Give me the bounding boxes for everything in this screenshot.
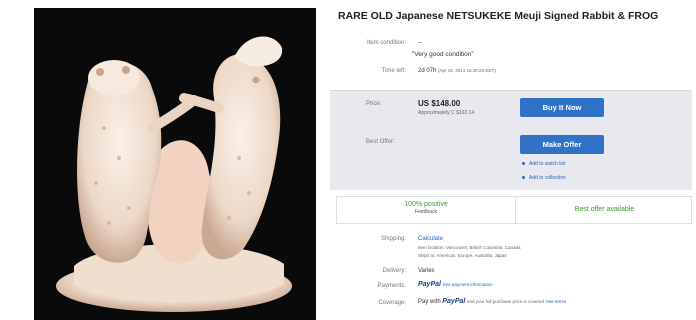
delivery-value: Varies xyxy=(418,268,435,274)
price-approx: Approximately C $163.14 xyxy=(418,110,475,116)
payments-value: PayPal See payment information xyxy=(418,281,493,288)
shipping-calculate-link[interactable]: Calculate xyxy=(418,236,443,242)
condition-label: Item condition: xyxy=(366,40,406,46)
time-left-date: (Apr 18, 2014 15:40:29 EDT) xyxy=(438,68,496,73)
listing-title: RARE OLD Japanese NETSUKEKE Meuji Signed… xyxy=(338,10,659,22)
paypal-logo-icon: PayPal xyxy=(418,281,441,288)
see-terms-link[interactable]: See terms xyxy=(546,299,567,304)
feedback-label: Feedback xyxy=(415,209,437,215)
dot-bullet-icon xyxy=(522,176,525,180)
coverage-tail: and your full purchase price is covered xyxy=(467,299,545,304)
best-offer-available: Best offer available xyxy=(515,197,693,223)
condition-value: -- xyxy=(418,40,422,46)
product-photo[interactable] xyxy=(34,8,316,320)
netsuke-figure-image xyxy=(34,8,316,320)
feedback-positive: 100% positive xyxy=(404,201,448,208)
add-to-watch-list-link[interactable]: Add to watch list xyxy=(522,161,565,167)
delivery-label: Delivery: xyxy=(382,268,406,274)
add-to-collection-label: Add to collection xyxy=(529,175,566,181)
add-to-watch-list-label: Add to watch list xyxy=(529,161,566,167)
time-left-value: 2d 07h (Apr 18, 2014 15:40:29 EDT) xyxy=(418,68,496,74)
coverage-label: Coverage: xyxy=(378,300,406,306)
price-value: US $148.00 xyxy=(418,99,461,108)
time-left-countdown: 2d 07h xyxy=(418,68,437,74)
best-offer-label: Best Offer: xyxy=(366,139,395,145)
paypal-logo-icon: PayPal xyxy=(442,298,466,305)
dot-bullet-icon xyxy=(522,162,525,166)
feedback-box: 100% positive Feedback Best offer availa… xyxy=(336,196,692,224)
see-payment-info-link[interactable]: See payment information xyxy=(443,282,493,287)
condition-note: "Very good condition" xyxy=(412,51,474,58)
listing-info-panel: RARE OLD Japanese NETSUKEKE Meuji Signed… xyxy=(330,0,696,320)
coverage-text: Pay with xyxy=(418,299,441,305)
shipping-label: Shipping: xyxy=(380,236,406,242)
price-label: Price: xyxy=(366,101,382,107)
price-box: Price: US $148.00 Approximately C $163.1… xyxy=(330,90,692,190)
buy-it-now-button[interactable]: Buy It Now xyxy=(520,98,604,117)
time-left-label: Time left: xyxy=(381,68,406,74)
payments-label: Payments: xyxy=(377,283,406,289)
make-offer-button[interactable]: Make Offer xyxy=(520,135,604,154)
seller-feedback: 100% positive Feedback xyxy=(337,197,515,223)
coverage-value: Pay with PayPal and your full purchase p… xyxy=(418,298,566,305)
ships-to: Ships to: Americas, Europe, Australia, J… xyxy=(418,253,507,258)
item-location: Item location: Vancouver, British Columb… xyxy=(418,245,521,250)
add-to-collection-link[interactable]: Add to collection xyxy=(522,175,566,181)
